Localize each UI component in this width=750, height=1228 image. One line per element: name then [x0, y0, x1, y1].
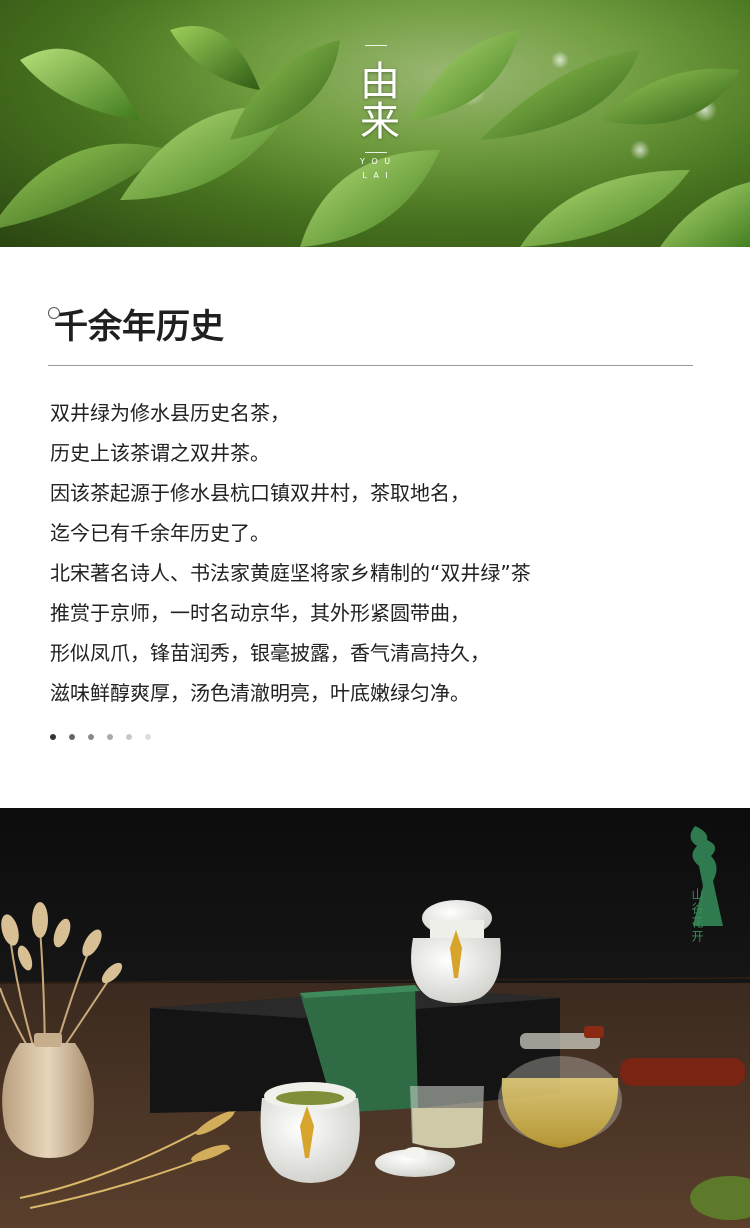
history-line-4: 迄今已有千余年历史了。	[50, 521, 270, 545]
hero-banner: 由来 Y O U L A I	[0, 0, 750, 247]
decorative-dot	[69, 734, 75, 740]
history-line-8: 滋味鲜醇爽厚，汤色清澈明亮，叶底嫩绿匀净。	[50, 681, 470, 705]
decorative-dot	[88, 734, 94, 740]
heading-circle-icon	[48, 307, 60, 319]
section-divider	[48, 365, 693, 366]
history-section: 千余年历史 双井绿为修水县历史名茶， 历史上该茶谓之双井茶。 因该茶起源于修水县…	[0, 247, 750, 808]
hero-title-top-line	[365, 45, 387, 46]
history-line-7: 形似凤爪，锋苗润秀，银毫披露，香气清高持久，	[50, 641, 490, 665]
history-line-6: 推赏于京师，一时名动京华，其外形紧圆带曲，	[50, 601, 470, 625]
decorative-dots	[50, 731, 151, 743]
history-line-3: 因该茶起源于修水县杭口镇双井村，茶取地名，	[50, 481, 470, 505]
history-line-5: 北宋著名诗人、书法家黄庭坚将家乡精制的“双井绿”茶	[50, 561, 531, 585]
decorative-dot	[107, 734, 113, 740]
history-paragraph: 双井绿为修水县历史名茶， 历史上该茶谓之双井茶。 因该茶起源于修水县杭口镇双井村…	[50, 393, 710, 713]
history-line-1: 双井绿为修水县历史名茶，	[50, 401, 290, 425]
hero-pinyin-line1: Y O U	[359, 157, 393, 166]
section-title: 千余年历史	[54, 307, 224, 347]
hero-pinyin-line2: L A I	[362, 171, 390, 180]
hero-title-block: 由来 Y O U L A I	[352, 45, 400, 181]
section-heading: 千余年历史	[48, 305, 693, 349]
decorative-dot	[126, 734, 132, 740]
history-line-2: 历史上该茶谓之双井茶。	[50, 441, 270, 465]
brand-text: 山谷花开	[690, 888, 704, 944]
hero-title-bottom-line	[365, 152, 387, 153]
hero-title: 由来	[353, 60, 399, 140]
product-photo: 山谷花开	[0, 808, 750, 1228]
decorative-dot	[145, 734, 151, 740]
decorative-dot	[50, 734, 56, 740]
brand-logo: 山谷花开	[677, 826, 729, 946]
tea-set-illustration	[0, 900, 750, 1228]
